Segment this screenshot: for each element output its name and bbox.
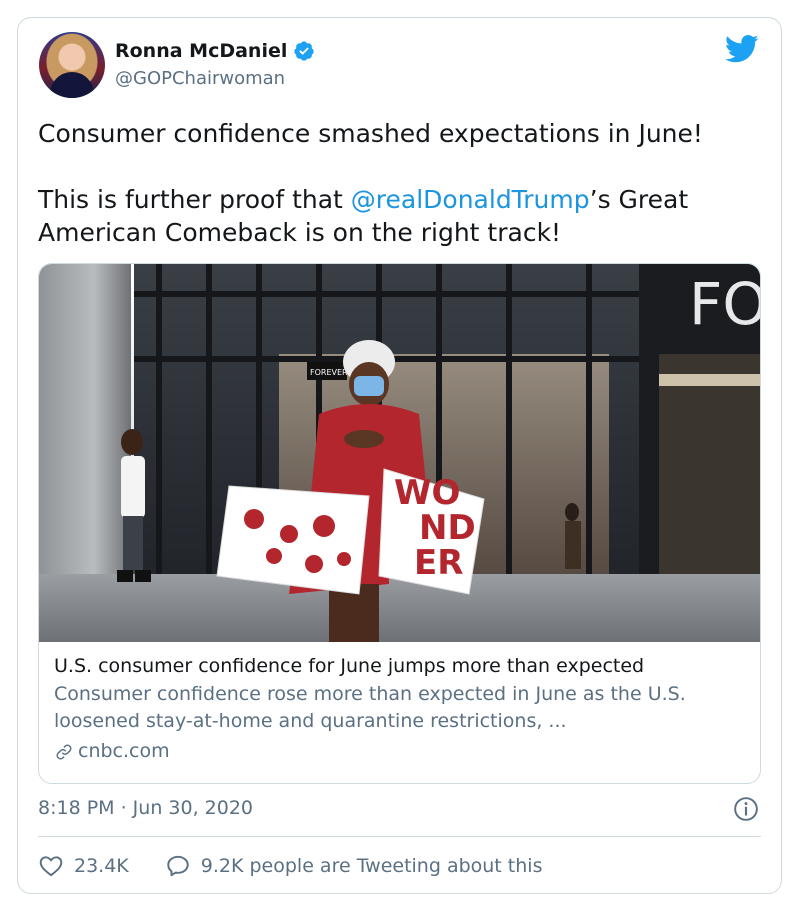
info-icon[interactable] [733,796,759,822]
divider [38,836,761,837]
link-preview-card[interactable]: FO FOREVER 21 WO ND ER U.S. consumer con… [38,263,761,784]
article-photo[interactable]: FO FOREVER 21 WO ND ER [39,264,761,642]
conversation-action[interactable]: 9.2K people are Tweeting about this [165,853,543,879]
like-count: 23.4K [74,855,129,877]
tweet-timestamp[interactable]: 8:18 PM · Jun 30, 2020 [38,797,253,819]
bag-text-3: ER [414,543,463,583]
mention-link[interactable]: @realDonaldTrump [351,185,590,214]
link-icon [56,744,72,759]
heart-icon[interactable] [38,853,64,879]
tweet-line-1: Consumer confidence smashed expectations… [38,119,703,148]
store-sign-text: FO [689,270,761,338]
tweet-actions: 23.4K 9.2K people are Tweeting about thi… [38,853,542,879]
tweet-line-2-prefix: This is further proof that [38,185,351,214]
author-handle[interactable]: @GOPChairwoman [115,68,285,89]
link-card-domain: cnbc.com [78,740,170,762]
avatar-figure [50,72,94,98]
avatar[interactable] [39,32,105,98]
tweet-card: Ronna McDaniel @GOPChairwoman Consumer c… [17,17,782,894]
tweet-line-2: This is further proof that @realDonaldTr… [38,183,768,249]
like-action[interactable]: 23.4K [38,853,129,879]
author-name-row[interactable]: Ronna McDaniel [115,40,315,62]
speech-bubble-icon[interactable] [165,853,191,879]
tweeting-count: 9.2K people are Tweeting about this [200,855,543,877]
bag-text-2: ND [419,508,476,548]
author-display-name[interactable]: Ronna McDaniel [115,40,287,62]
verified-badge-icon [294,41,314,61]
link-card-domain-row[interactable]: cnbc.com [54,738,749,765]
link-card-meta: U.S. consumer confidence for June jumps … [54,653,749,765]
link-card-description: Consumer confidence rose more than expec… [54,683,686,732]
bag-text-1: WO [394,473,460,513]
tweet-text: Consumer confidence smashed expectations… [38,117,768,249]
link-card-title[interactable]: U.S. consumer confidence for June jumps … [54,653,749,679]
twitter-bird-icon[interactable] [725,34,759,64]
